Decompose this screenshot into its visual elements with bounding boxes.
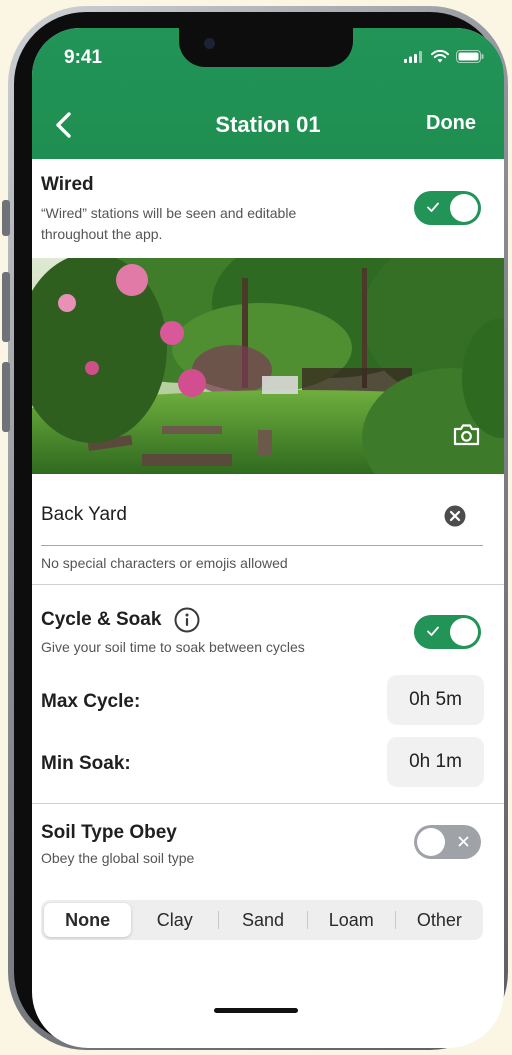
signal-icon [404, 50, 422, 63]
done-button[interactable]: Done [426, 112, 476, 135]
max-cycle-label: Max Cycle: [41, 691, 141, 712]
station-name-input[interactable]: Back Yard [41, 504, 127, 526]
wired-toggle[interactable] [414, 191, 481, 225]
cycle-soak-toggle[interactable] [414, 615, 481, 649]
check-icon [427, 202, 439, 212]
soil-option-none[interactable]: None [44, 903, 132, 937]
info-icon[interactable] [174, 607, 200, 633]
app-screen: 9:41 Station 01 Done Wired “Wired” stati… [32, 28, 504, 1048]
home-indicator[interactable] [214, 1008, 298, 1013]
wired-description: “Wired” stations will be seen and editab… [41, 205, 297, 242]
x-icon [458, 836, 469, 847]
phone-notch [179, 28, 353, 67]
toggle-knob [417, 828, 445, 856]
station-photo[interactable] [32, 258, 504, 474]
phone-mute-switch [2, 200, 10, 236]
soil-type-segmented-control: None Clay Sand Loam Other [41, 900, 483, 940]
soil-option-sand[interactable]: Sand [219, 903, 306, 937]
input-underline [41, 545, 483, 546]
cycle-soak-title: Cycle & Soak [41, 609, 162, 630]
phone-volume-up [2, 272, 10, 342]
clear-icon[interactable] [444, 505, 466, 527]
toggle-knob [450, 618, 478, 646]
wifi-icon [431, 50, 449, 63]
front-camera [204, 38, 215, 49]
soil-type-title: Soil Type Obey [41, 822, 177, 843]
max-cycle-value-button[interactable]: 0h 5m [387, 675, 484, 725]
soil-option-clay[interactable]: Clay [131, 903, 218, 937]
battery-icon [456, 50, 484, 63]
status-time: 9:41 [64, 47, 103, 68]
name-section: Back Yard No special characters or emoji… [32, 474, 504, 584]
min-soak-value-button[interactable]: 0h 1m [387, 737, 484, 787]
wired-title: Wired [41, 174, 94, 195]
soil-type-description: Obey the global soil type [41, 850, 195, 866]
min-soak-label: Min Soak: [41, 753, 131, 774]
wired-section: Wired “Wired” stations will be seen and … [32, 159, 504, 258]
cycle-soak-description: Give your soil time to soak between cycl… [41, 639, 305, 655]
soil-type-toggle[interactable] [414, 825, 481, 859]
toggle-knob [450, 194, 478, 222]
garden-photo-image [32, 258, 504, 474]
soil-option-loam[interactable]: Loam [308, 903, 395, 937]
cycle-soak-section: Cycle & Soak Give your soil time to soak… [32, 585, 504, 803]
soil-option-other[interactable]: Other [396, 903, 483, 937]
status-icons [404, 50, 484, 63]
camera-icon[interactable] [453, 423, 480, 446]
name-helper-text: No special characters or emojis allowed [41, 555, 288, 571]
check-icon [427, 626, 439, 636]
phone-volume-down [2, 362, 10, 432]
nav-header: 9:41 Station 01 Done [32, 28, 504, 159]
